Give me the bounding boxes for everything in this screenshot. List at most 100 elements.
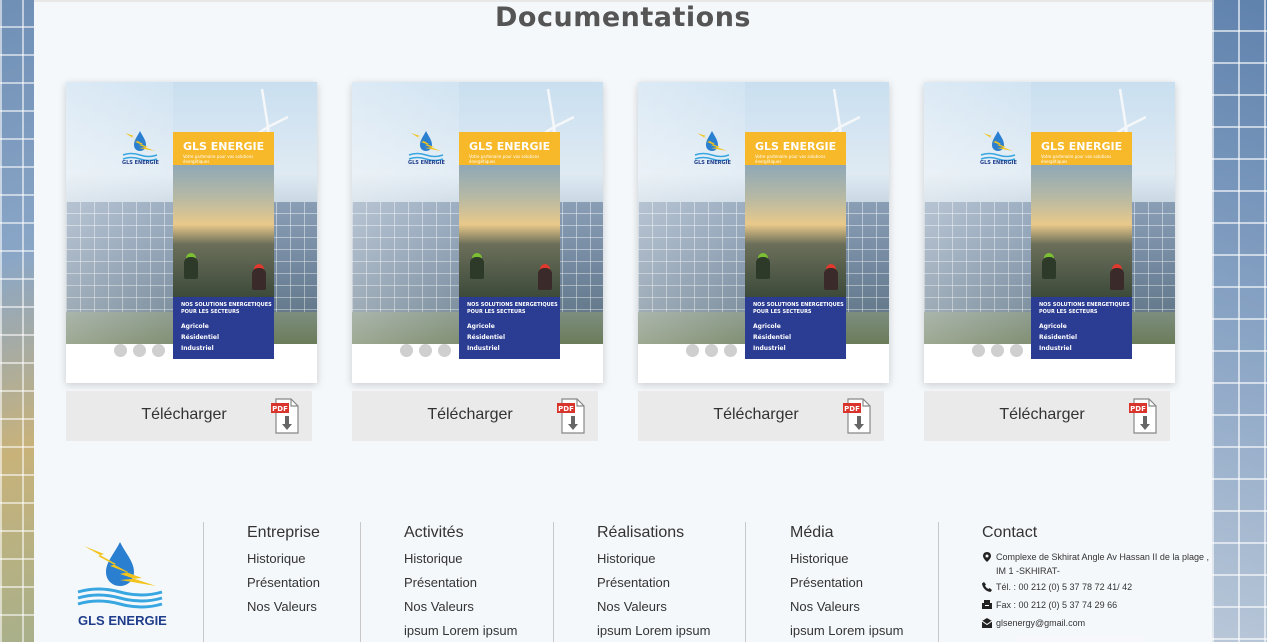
footer-separator (553, 522, 554, 642)
download-label: Télécharger (999, 406, 1085, 423)
footer-col-title: Entreprise (247, 524, 320, 541)
footer-link-historique[interactable]: Historique (247, 551, 320, 566)
footer-col-title: Activités (404, 524, 464, 541)
brochure-sector-icons (686, 344, 737, 357)
footer-link-historique[interactable]: Historique (790, 551, 903, 566)
footer-link-lorem[interactable]: ipsum Lorem ipsum (597, 623, 710, 638)
contact-phone: Tél. : 00 212 (0) 5 37 78 72 41/ 42 (982, 580, 1212, 594)
worker-figure (184, 257, 198, 279)
footer-link-presentation[interactable]: Présentation (404, 575, 517, 590)
brochure-sectors-band: NOS SOLUTIONS ENERGETIQUES POUR LES SECT… (173, 297, 274, 359)
brochure-sectors: Agricole Résidentiel Industriel (181, 321, 219, 354)
brochure-cover[interactable]: GLS ENERGIE GLS ENERGIE Votre partenaire… (638, 82, 889, 383)
download-button[interactable]: Télécharger PDF (66, 391, 312, 441)
footer-col-media: Média Historique Présentation Nos Valeur… (790, 520, 903, 638)
pdf-download-icon: PDF (843, 398, 871, 434)
background-solar-right (1212, 0, 1267, 642)
brochure-logo-text: GLS ENERGIE (694, 160, 731, 166)
download-button[interactable]: Télécharger PDF (924, 391, 1170, 441)
brochure-tagline: Votre partenaire pour vos solutions éner… (183, 154, 254, 164)
contact-phone-text: Tél. : 00 212 (0) 5 37 78 72 41/ 42 (996, 582, 1133, 592)
contact-fax-text: Fax : 00 212 (0) 5 37 74 29 66 (996, 600, 1118, 610)
worker-figure (756, 257, 770, 279)
footer-separator (360, 522, 361, 642)
svg-text:PDF: PDF (1130, 405, 1146, 413)
brochure-tagline: Votre partenaire pour vos solutions éner… (1041, 154, 1112, 164)
sector-agricole: Agricole (467, 323, 495, 330)
footer-logo-text: GLS ENERGIE (78, 613, 167, 628)
download-button[interactable]: Télécharger PDF (638, 391, 884, 441)
footer-link-historique[interactable]: Historique (404, 551, 517, 566)
brochure-title-band: GLS ENERGIE Votre partenaire pour vos so… (745, 132, 846, 165)
brochure-title-band: GLS ENERGIE Votre partenaire pour vos so… (1031, 132, 1132, 165)
footer-link-historique[interactable]: Historique (597, 551, 710, 566)
background-solar-left (0, 0, 34, 642)
house-icon (991, 344, 1004, 357)
brochure-fade (924, 82, 1031, 383)
footer-separator (203, 522, 204, 642)
gls-logo-icon (980, 131, 1016, 162)
sector-residentiel: Résidentiel (753, 334, 792, 341)
footer-link-lorem[interactable]: ipsum Lorem ipsum (404, 623, 517, 638)
brochure-tagline: Votre partenaire pour vos solutions éner… (469, 154, 540, 164)
footer-link-valeurs[interactable]: Nos Valeurs (790, 599, 903, 614)
footer-link-valeurs[interactable]: Nos Valeurs (597, 599, 710, 614)
footer-link-presentation[interactable]: Présentation (790, 575, 903, 590)
contact-email-text[interactable]: glsenergy@gmail.com (996, 616, 1085, 630)
contact-fax: Fax : 00 212 (0) 5 37 74 29 66 (982, 598, 1212, 612)
envelope-icon (982, 618, 992, 628)
download-label: Télécharger (427, 406, 513, 423)
brochure-logo-text: GLS ENERGIE (408, 160, 445, 166)
house-icon (705, 344, 718, 357)
gls-logo-icon (694, 131, 730, 162)
footer-col-contact: Contact Complexe de Skhirat Angle Av Has… (982, 520, 1212, 630)
contact-address: Complexe de Skhirat Angle Av Hassan II d… (982, 550, 1212, 578)
svg-text:PDF: PDF (558, 405, 574, 413)
footer-link-valeurs[interactable]: Nos Valeurs (247, 599, 320, 614)
footer-link-presentation[interactable]: Présentation (597, 575, 710, 590)
footer-col-entreprise: Entreprise Historique Présentation Nos V… (247, 520, 320, 614)
pdf-download-icon: PDF (1129, 398, 1157, 434)
brochure-tagline: Votre partenaire pour vos solutions éner… (755, 154, 826, 164)
brochure-brand: GLS ENERGIE (755, 140, 837, 153)
footer-link-presentation[interactable]: Présentation (247, 575, 320, 590)
download-label: Télécharger (141, 406, 227, 423)
building-icon (152, 344, 165, 357)
factory-icon (686, 344, 699, 357)
footer-col-activites: Activités Historique Présentation Nos Va… (404, 520, 517, 638)
pdf-download-icon: PDF (271, 398, 299, 434)
svg-text:PDF: PDF (844, 405, 860, 413)
sector-residentiel: Résidentiel (181, 334, 220, 341)
house-icon (133, 344, 146, 357)
brochure-title-band: GLS ENERGIE Votre partenaire pour vos so… (459, 132, 560, 165)
brochure-heading: NOS SOLUTIONS ENERGETIQUES POUR LES SECT… (467, 302, 558, 315)
download-button[interactable]: Télécharger PDF (352, 391, 598, 441)
page-title: Documentations (495, 2, 751, 33)
sector-industriel: Industriel (753, 345, 786, 352)
worker-figure (252, 268, 266, 290)
pdf-download-icon: PDF (557, 398, 585, 434)
brochure-cover[interactable]: GLS ENERGIE GLS ENERGIE Votre partenaire… (924, 82, 1175, 383)
sector-industriel: Industriel (181, 345, 214, 352)
footer-link-valeurs[interactable]: Nos Valeurs (404, 599, 517, 614)
brochure-sectors-band: NOS SOLUTIONS ENERGETIQUES POUR LES SECT… (745, 297, 846, 359)
brochure-fade (352, 82, 459, 383)
footer-separator (938, 522, 939, 642)
brochure-cover[interactable]: GLS ENERGIE GLS ENERGIE Votre partenaire… (352, 82, 603, 383)
sector-agricole: Agricole (1039, 323, 1067, 330)
sector-residentiel: Résidentiel (467, 334, 506, 341)
building-icon (1010, 344, 1023, 357)
worker-figure (1110, 268, 1124, 290)
brochure-fade (638, 82, 745, 383)
building-icon (438, 344, 451, 357)
brochure-sector-icons (400, 344, 451, 357)
gls-logo-icon (77, 542, 163, 609)
document-card: GLS ENERGIE GLS ENERGIE Votre partenaire… (352, 82, 604, 441)
brochure-brand: GLS ENERGIE (469, 140, 551, 153)
map-marker-icon (983, 552, 991, 562)
brochure-sectors: Agricole Résidentiel Industriel (467, 321, 505, 354)
brochure-cover[interactable]: GLS ENERGIE GLS ENERGIE Votre partenaire… (66, 82, 317, 383)
footer-link-lorem[interactable]: ipsum Lorem ipsum (790, 623, 903, 638)
brochure-logo-text: GLS ENERGIE (122, 160, 159, 166)
footer-col-realisations: Réalisations Historique Présentation Nos… (597, 520, 710, 638)
